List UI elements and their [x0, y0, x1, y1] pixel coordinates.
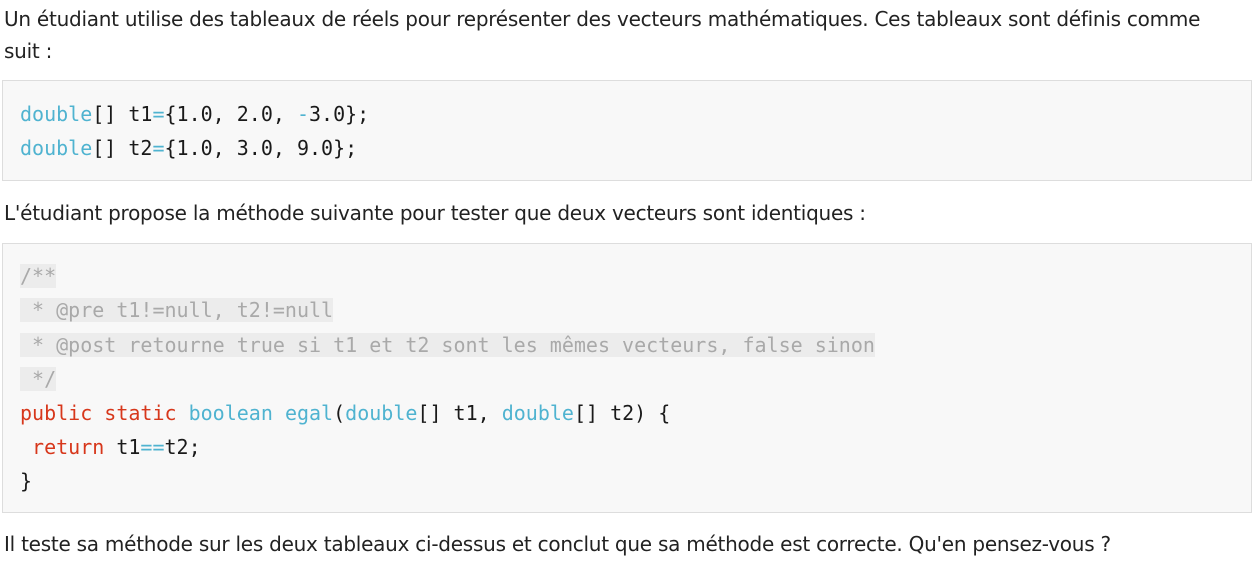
code-comment-line: * @pre t1!=null, t2!=null [20, 293, 334, 327]
code-keyword-static: static [104, 401, 177, 425]
code-keyword-return: return [32, 435, 105, 459]
code-operator-equals: == [140, 435, 165, 459]
code-comment-line: /** [20, 259, 57, 293]
code-operator-assign: = [152, 102, 165, 126]
code-text: [] t2) { [573, 401, 671, 425]
code-line-t2: double[] t2={1.0, 3.0, 9.0}; [20, 131, 357, 165]
question-paragraph: Il teste sa méthode sur les deux tableau… [4, 532, 1111, 556]
code-keyword-double: double [20, 102, 93, 126]
code-return-line: return t1==t2; [20, 430, 201, 464]
code-method-signature: public static boolean egal(double[] t1, … [20, 396, 670, 430]
code-closing-brace: } [20, 464, 32, 498]
code-comment: */ [20, 367, 57, 391]
code-keyword-double: double [501, 401, 574, 425]
code-text: {1.0, 2.0, [164, 102, 297, 126]
code-text: ( [333, 401, 346, 425]
code-method-name: egal [284, 401, 334, 425]
code-block-arrays: double[] t1={1.0, 2.0, -3.0}; double[] t… [2, 80, 1252, 181]
code-comment: /** [20, 264, 57, 288]
code-line-t1: double[] t1={1.0, 2.0, -3.0}; [20, 97, 369, 131]
code-text: 3.0}; [309, 102, 370, 126]
code-keyword-public: public [20, 401, 93, 425]
code-text: {1.0, 3.0, 9.0}; [164, 136, 358, 160]
code-keyword-double: double [345, 401, 418, 425]
code-keyword-double: double [20, 136, 93, 160]
code-text: } [20, 469, 33, 493]
code-operator-assign: = [152, 136, 165, 160]
code-text: t2; [164, 435, 201, 459]
code-text: [] t2 [92, 136, 153, 160]
code-comment: * @post retourne true si t1 et t2 sont l… [20, 333, 875, 357]
code-text: [] t1 [92, 102, 153, 126]
method-intro-paragraph: L'étudiant propose la méthode suivante p… [4, 201, 866, 225]
code-comment-line: * @post retourne true si t1 et t2 sont l… [20, 328, 875, 362]
code-operator-minus: - [296, 102, 310, 126]
code-keyword-boolean: boolean [188, 401, 273, 425]
code-block-method: /** * @pre t1!=null, t2!=null * @post re… [2, 243, 1252, 513]
code-comment: * @pre t1!=null, t2!=null [20, 298, 334, 322]
code-comment-line: */ [20, 362, 57, 396]
code-text: t1 [104, 435, 141, 459]
intro-paragraph: Un étudiant utilise des tableaux de réel… [4, 7, 1201, 63]
code-text: [] t1, [417, 401, 502, 425]
